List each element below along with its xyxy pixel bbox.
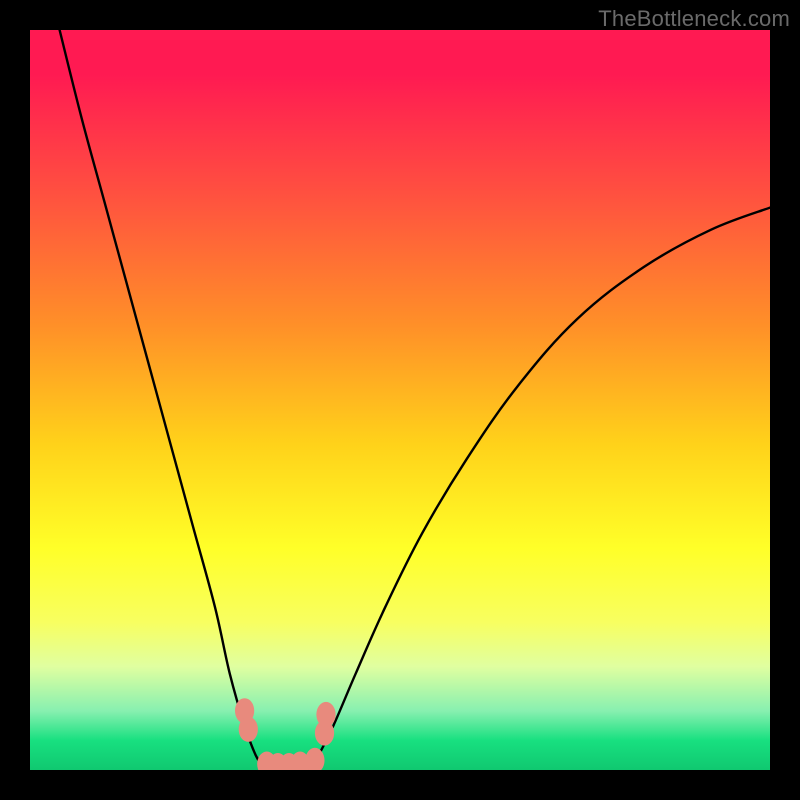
marker-layer (235, 698, 336, 770)
series-left-branch (60, 30, 264, 766)
series-right-branch (311, 208, 770, 767)
marker-8 (316, 702, 335, 727)
watermark-text: TheBottleneck.com (598, 6, 790, 32)
marker-1 (239, 717, 258, 742)
chart-svg (30, 30, 770, 770)
curve-layer (60, 30, 770, 769)
outer-frame: TheBottleneck.com (0, 0, 800, 800)
plot-area (30, 30, 770, 770)
